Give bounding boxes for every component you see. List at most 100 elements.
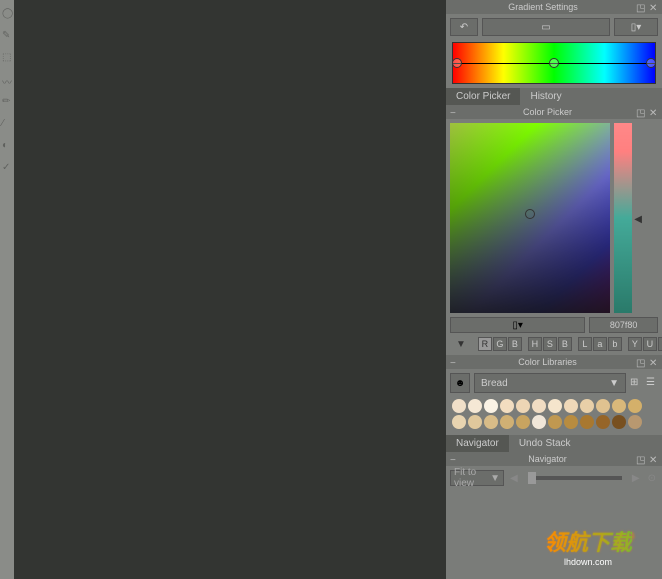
mode-b-button[interactable]: B bbox=[508, 337, 522, 351]
chevron-down-icon: ▼ bbox=[490, 473, 500, 484]
menu-icon[interactable]: ☰ bbox=[646, 377, 658, 389]
dock-icon[interactable]: ◳ bbox=[636, 108, 645, 117]
tool-icon[interactable]: ✏ bbox=[2, 96, 12, 106]
swatch[interactable] bbox=[452, 399, 466, 413]
mode-g-button[interactable]: G bbox=[493, 337, 507, 351]
mode-h-button[interactable]: H bbox=[528, 337, 542, 351]
hsb-mode-group: H S B bbox=[528, 337, 572, 351]
swatch[interactable] bbox=[500, 399, 514, 413]
swatch[interactable] bbox=[612, 399, 626, 413]
swatch[interactable] bbox=[564, 399, 578, 413]
mode-b3-button[interactable]: b bbox=[608, 337, 622, 351]
navigator-tabs: Navigator Undo Stack bbox=[446, 435, 662, 452]
tab-history[interactable]: History bbox=[520, 88, 571, 105]
hue-bar[interactable]: ◀ bbox=[614, 123, 632, 313]
hue-pointer-icon[interactable]: ◀ bbox=[634, 214, 642, 225]
gradient-handle-start[interactable] bbox=[452, 58, 462, 68]
picker-cursor[interactable] bbox=[525, 209, 535, 219]
zoom-out-button[interactable]: ◀ bbox=[508, 473, 520, 484]
library-section: ☻ Bread ▼ ⊞ ☰ bbox=[446, 369, 662, 435]
mode-y-button[interactable]: Y bbox=[628, 337, 642, 351]
watermark: 领航下载 lhdown.com bbox=[544, 525, 632, 567]
library-selected: Bread bbox=[481, 378, 508, 389]
swatch[interactable] bbox=[468, 415, 482, 429]
lab-mode-group: L a b bbox=[578, 337, 622, 351]
dock-icon[interactable]: ◳ bbox=[636, 455, 645, 464]
color-preset-button[interactable]: ▯▾ bbox=[450, 317, 585, 333]
gradient-handle-end[interactable] bbox=[646, 58, 656, 68]
swatch[interactable] bbox=[548, 399, 562, 413]
swatch[interactable] bbox=[628, 415, 642, 429]
chevron-down-icon: ▼ bbox=[609, 378, 619, 389]
mode-v-button[interactable]: V bbox=[658, 337, 662, 351]
mask-icon[interactable]: ☻ bbox=[450, 373, 470, 393]
tool-icon[interactable]: ✓ bbox=[2, 162, 12, 172]
tab-color-picker[interactable]: Color Picker bbox=[446, 88, 520, 105]
mode-u-button[interactable]: U bbox=[643, 337, 657, 351]
zoom-reset-button[interactable]: ⊙ bbox=[646, 473, 658, 484]
mode-l-button[interactable]: L bbox=[578, 337, 592, 351]
gradient-bar[interactable] bbox=[452, 42, 656, 84]
gradient-shape-button[interactable]: ▭ bbox=[482, 18, 610, 36]
mode-a-button[interactable]: a bbox=[593, 337, 607, 351]
close-icon[interactable]: ✕ bbox=[649, 358, 658, 367]
swatch[interactable] bbox=[548, 415, 562, 429]
hex-value[interactable]: 807f80 bbox=[589, 317, 658, 333]
swatch[interactable] bbox=[580, 399, 594, 413]
close-icon[interactable]: ✕ bbox=[649, 3, 658, 12]
minimize-icon[interactable]: − bbox=[450, 455, 459, 464]
fit-select[interactable]: Fit to view ▼ bbox=[450, 470, 504, 486]
mode-b2-button[interactable]: B bbox=[558, 337, 572, 351]
tab-navigator[interactable]: Navigator bbox=[446, 435, 509, 452]
minimize-icon[interactable]: − bbox=[450, 358, 459, 367]
swatch[interactable] bbox=[484, 399, 498, 413]
gradient-preset-button[interactable]: ▯▾ bbox=[614, 18, 658, 36]
mode-s-button[interactable]: S bbox=[543, 337, 557, 351]
color-picker-subtitle: Color Picker bbox=[459, 107, 636, 117]
mode-dropdown-arrow[interactable]: ▼ bbox=[450, 339, 472, 350]
dock-icon[interactable]: ◳ bbox=[636, 358, 645, 367]
gradient-undo-button[interactable]: ↶ bbox=[450, 18, 478, 36]
swatch[interactable] bbox=[564, 415, 578, 429]
swatch[interactable] bbox=[596, 415, 610, 429]
tool-icon[interactable]: ◯ bbox=[2, 8, 12, 18]
swatch[interactable] bbox=[580, 415, 594, 429]
gradient-section: ↶ ▭ ▯▾ bbox=[446, 14, 662, 88]
tool-icon[interactable]: ◐ bbox=[2, 140, 12, 150]
swatch[interactable] bbox=[516, 415, 530, 429]
swatch[interactable] bbox=[612, 415, 626, 429]
minimize-icon[interactable]: − bbox=[450, 108, 459, 117]
left-toolbar: ◯ ✎ ⬚ 〰 ✏ ⁄ ◐ ✓ bbox=[0, 0, 14, 579]
zoom-slider-handle[interactable] bbox=[528, 472, 536, 484]
tool-icon[interactable]: 〰 bbox=[2, 74, 12, 84]
watermark-main: 领航下载 bbox=[544, 525, 632, 557]
zoom-in-button[interactable]: ▶ bbox=[630, 473, 642, 484]
dock-icon[interactable]: ◳ bbox=[636, 3, 645, 12]
swatch[interactable] bbox=[500, 415, 514, 429]
swatch[interactable] bbox=[516, 399, 530, 413]
color-libraries-title: Color Libraries bbox=[459, 357, 636, 367]
swatch[interactable] bbox=[452, 415, 466, 429]
navigator-header: − Navigator ◳ ✕ bbox=[446, 452, 662, 466]
navigator-subtitle: Navigator bbox=[459, 454, 636, 464]
mode-r-button[interactable]: R bbox=[478, 337, 492, 351]
swatch[interactable] bbox=[596, 399, 610, 413]
close-icon[interactable]: ✕ bbox=[649, 455, 658, 464]
gradient-handle-mid[interactable] bbox=[549, 58, 559, 68]
color-picker-square[interactable] bbox=[450, 123, 610, 313]
swatch[interactable] bbox=[532, 415, 546, 429]
swatch[interactable] bbox=[628, 399, 642, 413]
tool-icon[interactable]: ⁄ bbox=[2, 118, 12, 128]
gradient-header: Gradient Settings ◳ ✕ bbox=[446, 0, 662, 14]
swatch[interactable] bbox=[532, 399, 546, 413]
tool-icon[interactable]: ⬚ bbox=[2, 52, 12, 62]
close-icon[interactable]: ✕ bbox=[649, 108, 658, 117]
link-icon[interactable]: ⊞ bbox=[630, 377, 642, 389]
swatch[interactable] bbox=[484, 415, 498, 429]
swatch[interactable] bbox=[468, 399, 482, 413]
canvas-area[interactable] bbox=[14, 0, 446, 579]
tool-icon[interactable]: ✎ bbox=[2, 30, 12, 40]
tab-undo-stack[interactable]: Undo Stack bbox=[509, 435, 581, 452]
library-select[interactable]: Bread ▼ bbox=[474, 373, 626, 393]
zoom-slider[interactable] bbox=[528, 476, 622, 480]
